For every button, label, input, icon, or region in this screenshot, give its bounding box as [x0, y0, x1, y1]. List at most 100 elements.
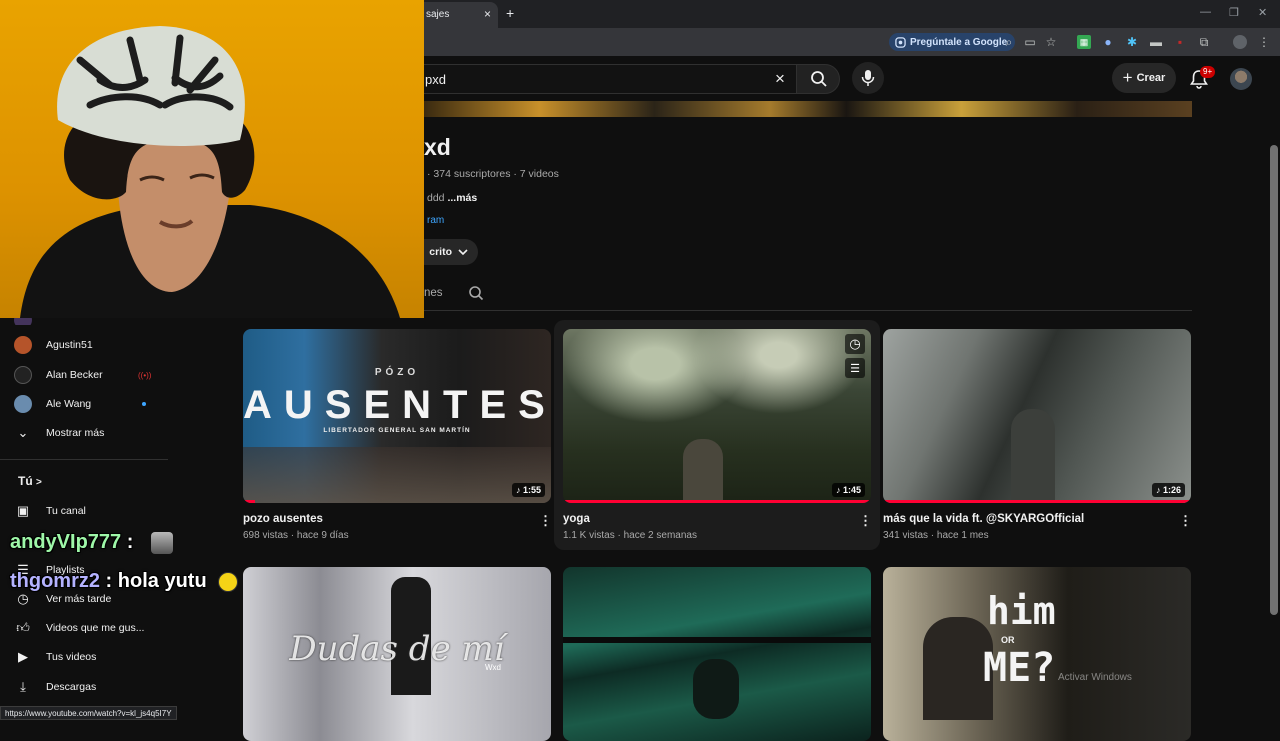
chat-message: andyVIp777 :: [10, 531, 173, 554]
ask-google-button[interactable]: Pregúntale a Google: [889, 33, 1016, 51]
channel-stats: · 374 suscriptores · 7 videos: [427, 168, 559, 180]
cast-icon[interactable]: ▭: [1023, 35, 1037, 49]
sidebar-divider: [0, 459, 168, 460]
video-thumbnail[interactable]: [563, 567, 871, 741]
video-meta: 1.1 K vistas · hace 2 semanas: [563, 530, 697, 541]
thumbnail-overlay-small: PÓZO: [374, 367, 420, 378]
extension-sheets-icon[interactable]: ▦: [1077, 35, 1091, 49]
close-window-icon[interactable]: ✕: [1258, 6, 1267, 19]
channel-social-link[interactable]: ram: [427, 215, 444, 226]
description-more-link[interactable]: ...más: [447, 192, 477, 204]
sidebar-subscription-ale-wang[interactable]: Ale Wang: [14, 392, 91, 416]
restore-icon[interactable]: ❐: [1229, 6, 1239, 19]
sidebar-subscription-alan-becker[interactable]: Alan Becker: [14, 363, 103, 387]
channel-avatar: [14, 366, 32, 384]
video-thumbnail[interactable]: ♪ 1:45 ◷ ☰: [563, 329, 871, 503]
browser-menu-icon[interactable]: ⋮: [1257, 35, 1271, 49]
video-thumbnail[interactable]: him OR ME?: [883, 567, 1191, 741]
chat-separator: :: [121, 531, 134, 553]
play-square-icon: ▶: [18, 649, 28, 664]
page-scrollbar[interactable]: [1270, 145, 1278, 615]
clear-search-icon[interactable]: ×: [775, 69, 785, 89]
minimize-icon[interactable]: —: [1200, 6, 1211, 18]
video-duration: ♪ 1:55: [511, 483, 545, 497]
profile-icon[interactable]: [1233, 35, 1247, 49]
thumbnail-street: [243, 447, 551, 503]
subscription-label: Alan Becker: [46, 369, 103, 381]
microphone-icon: [861, 70, 875, 86]
sidebar-item-downloads[interactable]: ⤓ Descargas: [14, 675, 96, 699]
sidebar-subscription-agustin51[interactable]: Agustin51: [14, 333, 93, 357]
chevron-right-icon: >: [36, 477, 42, 488]
channel-search-icon[interactable]: [468, 285, 484, 301]
thumb-up-icon: 👍︎: [16, 620, 30, 635]
bookmark-star-icon[interactable]: ☆: [1044, 35, 1058, 49]
channel-avatar: [14, 336, 32, 354]
sidebar-item-label: Descargas: [46, 681, 97, 693]
channel-tab-partial[interactable]: nes: [424, 287, 443, 299]
sidebar-item-liked-videos[interactable]: 👍︎ Videos que me gus...: [14, 616, 144, 640]
video-meta: 341 vistas · hace 1 mes: [883, 530, 989, 541]
extensions-puzzle-icon[interactable]: ⧉: [1197, 35, 1211, 49]
search-input[interactable]: pxd ×: [420, 64, 796, 94]
webcam-overlay: [0, 0, 424, 318]
zoom-icon[interactable]: ⌕: [1002, 35, 1016, 49]
chat-emote-icon: [150, 531, 173, 554]
notification-count-badge: 9+: [1200, 66, 1216, 78]
extension-circle-icon[interactable]: ●: [1101, 35, 1115, 49]
show-more-label: Mostrar más: [46, 427, 105, 439]
search-button[interactable]: [796, 64, 840, 94]
channel-description[interactable]: ddd ...más: [427, 192, 477, 204]
video-title[interactable]: más que la vida ft. @SKYARGOfficial: [883, 513, 1084, 525]
chat-username: thgomrz2: [10, 570, 100, 592]
more-options-icon[interactable]: ⋮: [1179, 513, 1192, 529]
account-avatar[interactable]: [1230, 68, 1252, 90]
channel-name: xd: [424, 134, 451, 160]
sidebar-item-your-videos[interactable]: ▶ Tus videos: [14, 645, 96, 669]
subscribed-label: crito: [429, 246, 452, 258]
search-icon: [811, 71, 827, 87]
more-options-icon[interactable]: ⋮: [539, 513, 552, 529]
subscription-label: Ale Wang: [46, 398, 92, 410]
sidebar-item-your-channel[interactable]: ▣ Tu canal: [14, 499, 86, 523]
extension-translate-icon[interactable]: ✱: [1125, 35, 1139, 49]
more-options-icon[interactable]: ⋮: [859, 513, 872, 529]
activate-windows-watermark: Activar Windows: [1058, 672, 1132, 683]
subscription-label: Agustin51: [46, 339, 93, 351]
video-meta: 698 vistas · hace 9 días: [243, 530, 349, 541]
sidebar-item-label: Tu canal: [46, 505, 86, 517]
create-button[interactable]: + Crear: [1112, 63, 1176, 93]
thumbnail-figure: [683, 439, 723, 503]
channel-banner: [424, 101, 1192, 117]
video-thumbnail[interactable]: ♪ 1:26: [883, 329, 1191, 503]
extension-tab-icon[interactable]: ▬: [1149, 35, 1163, 49]
watch-later-icon[interactable]: ◷: [845, 334, 865, 354]
sidebar-you-section[interactable]: Tú >: [18, 474, 42, 488]
video-thumbnail[interactable]: Dudas de mí Wxd: [243, 567, 551, 741]
plus-icon: +: [1122, 68, 1133, 87]
thumbnail-overlay-sub: Wxd: [485, 663, 501, 672]
channel-avatar: [14, 395, 32, 413]
video-title[interactable]: pozo ausentes: [243, 513, 323, 525]
thumbnail-overlay-small: OR: [1001, 635, 1015, 645]
create-label: Crear: [1136, 72, 1166, 84]
tab-close-icon[interactable]: ×: [484, 7, 491, 21]
sidebar-show-more[interactable]: ⌄ Mostrar más: [14, 421, 105, 445]
video-title[interactable]: yoga: [563, 513, 590, 525]
chevron-down-icon: [458, 249, 468, 256]
thumbnail-overlay-title: Dudas de mí: [289, 629, 505, 669]
add-to-queue-icon[interactable]: ☰: [845, 358, 865, 378]
extension-red-icon[interactable]: ▪: [1173, 35, 1187, 49]
browser-tab[interactable]: sajes ×: [412, 2, 498, 28]
video-duration: ♪ 1:26: [1151, 483, 1185, 497]
sidebar-item-label: Videos que me gus...: [46, 622, 145, 634]
voice-search-button[interactable]: [852, 62, 884, 94]
you-section-label: Tú: [18, 474, 33, 488]
download-icon: ⤓: [20, 679, 26, 694]
new-tab-icon[interactable]: +: [506, 5, 514, 21]
watch-progress-bar: [563, 500, 871, 503]
thumbnail-overlay-sub: LIBERTADOR GENERAL SAN MARTÍN: [323, 427, 471, 434]
link-status-bar: https://www.youtube.com/watch?v=kl_js4q5…: [0, 706, 177, 720]
live-indicator-icon: ((•)): [138, 371, 152, 380]
video-thumbnail[interactable]: PÓZO AUSENTES LIBERTADOR GENERAL SAN MAR…: [243, 329, 551, 503]
